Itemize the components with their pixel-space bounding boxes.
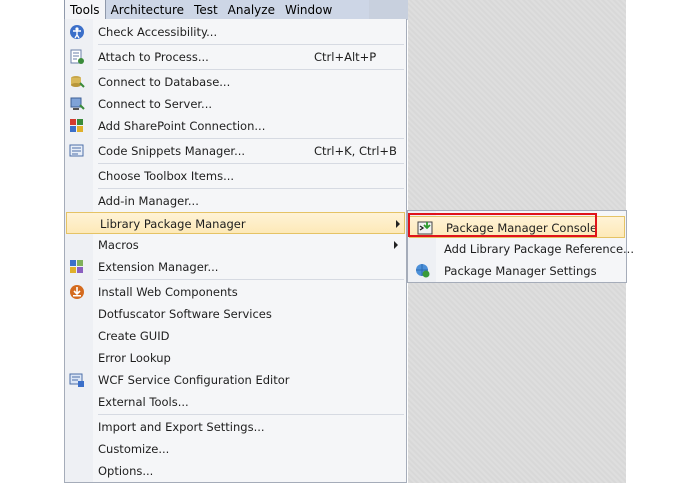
menu-item-attach-to-process[interactable]: Attach to Process... Ctrl+Alt+P — [65, 46, 406, 68]
menu-item-label: Import and Export Settings... — [98, 420, 265, 434]
menu-separator — [98, 69, 404, 70]
console-icon — [416, 219, 434, 237]
submenu-item-label: Package Manager Settings — [444, 264, 597, 278]
tools-dropdown-menu: Check Accessibility... Attach to Process… — [64, 19, 407, 483]
menu-separator — [98, 163, 404, 164]
menu-item-label: Dotfuscator Software Services — [98, 307, 272, 321]
menu-item-label: Options... — [98, 464, 154, 478]
menu-item-addin-manager[interactable]: Add-in Manager... — [65, 190, 406, 212]
settings-globe-icon — [414, 262, 432, 280]
menu-item-label: Extension Manager... — [98, 260, 219, 274]
menu-analyze[interactable]: Analyze — [223, 0, 280, 19]
server-icon — [68, 95, 86, 113]
submenu-arrow-icon — [394, 241, 398, 249]
menu-separator — [98, 44, 404, 45]
menu-tools[interactable]: Tools — [64, 0, 106, 19]
menu-item-label: External Tools... — [98, 395, 189, 409]
submenu-item-add-library-reference[interactable]: Add Library Package Reference... — [408, 238, 634, 260]
web-components-icon — [68, 283, 86, 301]
menu-item-connect-server[interactable]: Connect to Server... — [65, 93, 406, 115]
snippets-icon — [68, 142, 86, 160]
menu-item-label: Add-in Manager... — [98, 194, 199, 208]
menu-item-library-package-manager[interactable]: Library Package Manager — [66, 212, 405, 234]
menu-test[interactable]: Test — [189, 0, 223, 19]
menu-separator — [98, 279, 404, 280]
menu-item-label: Code Snippets Manager... — [98, 144, 246, 158]
menu-item-label: Install Web Components — [98, 285, 238, 299]
menu-item-label: Connect to Database... — [98, 75, 231, 89]
menu-item-wcf-editor[interactable]: WCF Service Configuration Editor — [65, 369, 406, 391]
menu-item-label: WCF Service Configuration Editor — [98, 373, 290, 387]
menu-separator — [98, 138, 404, 139]
menu-architecture[interactable]: Architecture — [106, 0, 189, 19]
menu-item-external-tools[interactable]: External Tools... — [65, 391, 406, 413]
menu-item-label: Library Package Manager — [100, 217, 246, 231]
menu-item-code-snippets[interactable]: Code Snippets Manager... Ctrl+K, Ctrl+B — [65, 140, 406, 162]
menu-item-macros[interactable]: Macros — [65, 234, 406, 256]
extension-icon — [68, 258, 86, 276]
menu-item-error-lookup[interactable]: Error Lookup — [65, 347, 406, 369]
menu-item-import-export[interactable]: Import and Export Settings... — [65, 416, 406, 438]
menu-window[interactable]: Window — [280, 0, 337, 19]
menu-separator — [98, 188, 404, 189]
menu-item-extension-manager[interactable]: Extension Manager... — [65, 256, 406, 278]
library-package-manager-submenu: Package Manager Console Add Library Pack… — [407, 210, 634, 283]
menu-item-label: Error Lookup — [98, 351, 171, 365]
submenu-arrow-icon — [396, 220, 400, 228]
menu-item-label: Create GUID — [98, 329, 170, 343]
menu-separator — [98, 414, 404, 415]
submenu-item-package-manager-console[interactable]: Package Manager Console — [409, 216, 625, 238]
menu-item-create-guid[interactable]: Create GUID — [65, 325, 406, 347]
menu-item-label: Macros — [98, 238, 139, 252]
menu-bar: Tools Architecture Test Analyze Window — [64, 0, 369, 20]
menu-item-check-accessibility[interactable]: Check Accessibility... — [65, 21, 406, 43]
submenu-item-package-manager-settings[interactable]: Package Manager Settings — [408, 260, 626, 282]
menu-item-label: Customize... — [98, 442, 170, 456]
attach-process-icon — [68, 48, 86, 66]
menu-item-choose-toolbox[interactable]: Choose Toolbox Items... — [65, 165, 406, 187]
menu-item-label: Connect to Server... — [98, 97, 213, 111]
menu-item-dotfuscator[interactable]: Dotfuscator Software Services — [65, 303, 406, 325]
menu-item-label: Check Accessibility... — [98, 25, 218, 39]
wcf-icon — [68, 371, 86, 389]
menu-item-shortcut: Ctrl+Alt+P — [314, 50, 377, 64]
menu-item-label: Choose Toolbox Items... — [98, 169, 235, 183]
menu-item-label: Add SharePoint Connection... — [98, 119, 266, 133]
submenu-item-label: Package Manager Console — [446, 221, 598, 235]
menu-item-customize[interactable]: Customize... — [65, 438, 406, 460]
submenu-item-label: Add Library Package Reference... — [444, 242, 634, 256]
menu-item-add-sharepoint[interactable]: Add SharePoint Connection... — [65, 115, 406, 137]
sharepoint-icon — [68, 117, 86, 135]
menu-item-shortcut: Ctrl+K, Ctrl+B — [314, 144, 397, 158]
menu-item-label: Attach to Process... — [98, 50, 209, 64]
menu-item-install-web-components[interactable]: Install Web Components — [65, 281, 406, 303]
menu-item-connect-database[interactable]: Connect to Database... — [65, 71, 406, 93]
accessibility-icon — [68, 23, 86, 41]
database-icon — [68, 73, 86, 91]
menu-item-options[interactable]: Options... — [65, 460, 406, 482]
